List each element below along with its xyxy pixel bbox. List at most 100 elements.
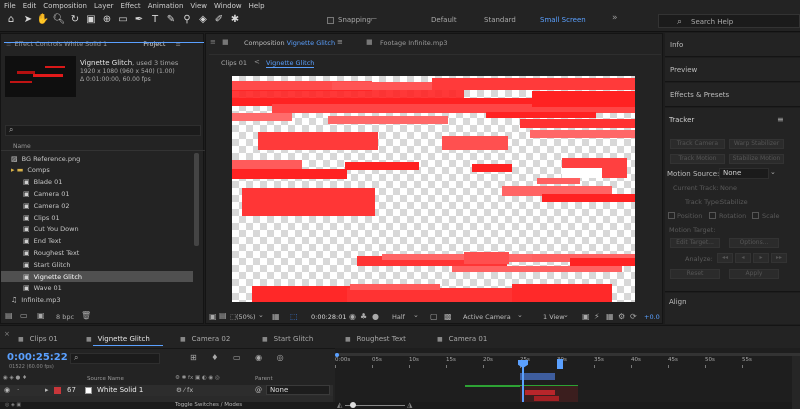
search-help-box[interactable]: ⌕ Search Help [658,14,800,28]
project-item[interactable]: ▣ Roughest Text [1,247,193,258]
roto-brush-tool-icon[interactable]: ✐ [212,13,226,27]
timeline-tab[interactable]: ■ Start Glitch [262,332,313,346]
chevron-down-icon[interactable]: ⌄ [258,311,264,319]
track-camera-button[interactable]: Track Camera [670,139,725,149]
scale-checkbox[interactable] [752,212,759,219]
project-item[interactable]: ▣ Vignette Glitch [1,271,193,282]
tracker-menu-icon[interactable]: ≡ [777,115,784,124]
exposure-value[interactable]: +0.0 [644,313,660,321]
analyze-back-button[interactable]: ◂◂ [717,253,733,263]
menu-help[interactable]: Help [249,2,265,10]
render-time-icon[interactable]: ◎ ◈ ▣ [5,402,21,408]
resolution-dropdown[interactable]: Half [392,313,405,321]
menu-composition[interactable]: Composition [43,2,87,10]
time-ruler-area[interactable]: 0:00s05s10s15s20s25s30s35s40s45s50s55s [335,348,800,409]
menu-layer[interactable]: Layer [94,2,114,10]
composition-viewer[interactable] [232,76,635,302]
view-layout-dropdown[interactable]: 1 View [543,313,565,321]
chevron-down-icon[interactable]: ⌄ [517,311,523,319]
expand-arrow-icon[interactable]: ▸ [45,386,49,394]
workspace-small-screen[interactable]: Small Screen [540,16,586,24]
timeline-tab[interactable]: ■ Camera 02 [180,332,230,346]
label-color-swatch[interactable] [54,387,61,394]
selection-tool-icon[interactable]: ➤ [21,13,35,27]
audio-icon[interactable]: · [17,386,19,394]
type-tool-icon[interactable]: T [148,13,162,27]
workspace-menu-icon[interactable]: » [612,13,618,23]
layer-row[interactable]: ◉ · ▸ 67 White Solid 1 ⚙ ⁄ fx @ None [0,385,333,396]
workspace-standard[interactable]: Standard [484,16,516,24]
puppet-pin-tool-icon[interactable]: ✱ [228,13,242,27]
project-item[interactable]: ▨ BG Reference.png [1,153,193,164]
workspace-default[interactable]: Default [431,16,457,24]
home-icon[interactable]: ⌂ [4,13,18,27]
delete-icon[interactable]: 🗑︎ [81,311,91,320]
project-item[interactable]: ▸ ▬ Comps [1,165,193,176]
position-checkbox[interactable] [668,212,675,219]
mask-rectangle-tool-icon[interactable]: ▭ [116,13,130,27]
project-item[interactable]: ▣ Wave 01 [1,283,193,294]
brush-tool-icon[interactable]: ✎ [164,13,178,27]
toggle-pixel-aspect-icon[interactable]: ▣ [582,312,590,321]
fast-previews-icon[interactable]: ⚡ [594,312,600,321]
camera-dropdown[interactable]: Active Camera [463,313,511,321]
hand-tool-icon[interactable]: ✋ [36,13,50,27]
bit-depth-label[interactable]: 8 bpc [56,313,74,321]
analyze-back-frame-button[interactable]: ◂ [735,253,751,263]
snapping-checkbox[interactable] [327,17,334,24]
transparency-grid-icon[interactable]: ▩ [444,312,452,321]
parent-dropdown[interactable]: None [266,385,330,395]
timeline-current-time[interactable]: 0:00:25:22 [7,352,68,363]
timeline-icon[interactable]: ▦ [606,312,614,321]
new-folder-icon[interactable]: ▭ [20,311,28,320]
menu-view[interactable]: View [190,2,207,10]
chevron-down-icon[interactable]: ⌄ [413,311,419,319]
project-item[interactable]: ▣ Camera 01 [1,188,193,199]
analyze-forward-frame-button[interactable]: ▸ [753,253,769,263]
zoom-tool-icon[interactable]: 🔍︎ [52,13,66,27]
project-item[interactable]: ▣ Blade 01 [1,177,193,188]
project-item[interactable]: ▣ Camera 02 [1,200,193,211]
work-area-end-handle[interactable] [557,359,563,369]
analyze-forward-button[interactable]: ▸▸ [771,253,787,263]
project-item[interactable]: ▣ Start Glitch [1,259,193,270]
reset-button[interactable]: Reset [670,269,720,279]
snapshot-icon[interactable]: ◉ [349,312,356,321]
pen-tool-icon[interactable]: ✒ [132,13,146,27]
reset-exposure-icon[interactable]: ⟳ [630,312,637,321]
motion-source-dropdown[interactable]: None [719,168,769,179]
lock-icon[interactable]: ■ [222,38,229,46]
effects-presets-panel[interactable]: Effects & Presets [665,83,800,107]
timeline-tab[interactable]: ■ Vignette Glitch [86,332,150,346]
options-button[interactable]: Options... [729,238,779,248]
breadcrumb-vignette-glitch[interactable]: Vignette Glitch [266,59,315,68]
align-panel[interactable]: Align [665,293,800,324]
menu-effect[interactable]: Effect [121,2,141,10]
menu-file[interactable]: File [4,2,16,10]
magnification-dropdown[interactable]: (50%) [236,313,256,321]
grid-icon[interactable]: ⬚ [290,312,298,321]
viewer-timecode[interactable]: 0:00:28:01 [311,313,347,321]
color-channel-icon[interactable]: ● [372,312,379,321]
project-item[interactable]: ▣ Cut You Down [1,224,193,235]
camera-tool-icon[interactable]: ▣ [84,13,98,27]
apply-button[interactable]: Apply [729,269,779,279]
timeline-tab[interactable]: ■ Camera 01 [437,332,487,346]
edit-target-button[interactable]: Edit Target... [670,238,720,248]
timeline-search-input[interactable]: ⌕ [70,353,160,364]
warp-stabilizer-button[interactable]: Warp Stabilizer [729,139,784,149]
project-item[interactable]: ▣ End Text [1,236,193,247]
stabilize-motion-button[interactable]: Stabilize Motion [729,154,784,164]
zoom-slider-knob[interactable] [350,402,356,408]
composition-menu-icon[interactable]: ≡ [337,38,343,46]
parent-pickwhip-icon[interactable]: @ [255,386,262,394]
chevron-down-icon[interactable]: ⌄ [770,168,776,176]
flowchart-icon[interactable]: ⚙ [618,312,625,321]
tab-composition[interactable]: Composition Vignette Glitch [244,39,335,47]
project-scrollbar[interactable] [192,153,201,313]
layer-switches[interactable]: ⚙ ⁄ fx [176,386,193,394]
timeline-tab[interactable]: ■ Clips 01 [18,332,58,346]
new-composition-icon[interactable]: ▣ [37,311,45,320]
show-snapshot-icon[interactable]: ♣ [360,312,367,321]
track-motion-button[interactable]: Track Motion [670,154,725,164]
